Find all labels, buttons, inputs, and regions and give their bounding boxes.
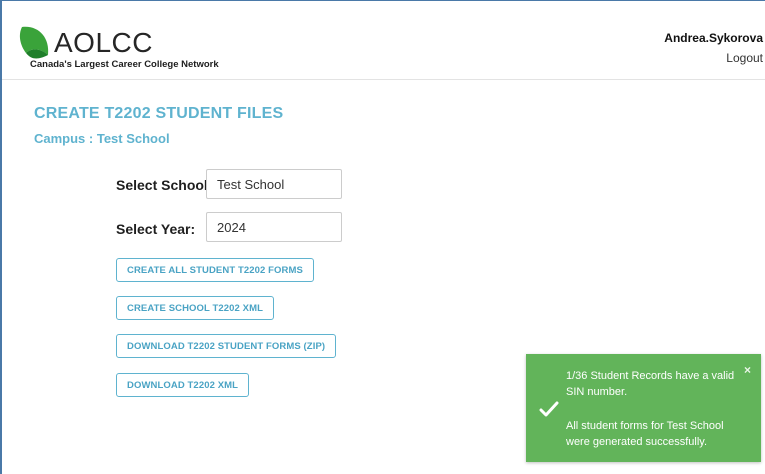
logo-text: AOLCC xyxy=(54,27,153,58)
school-select[interactable]: Test School xyxy=(206,169,342,199)
logo[interactable]: AOLCC Canada's Largest Career College Ne… xyxy=(18,23,248,73)
year-label: Select Year: xyxy=(116,221,196,237)
logout-link[interactable]: Logout xyxy=(664,51,763,65)
campus-label: Campus : Test School xyxy=(34,131,170,146)
header: AOLCC Canada's Largest Career College Ne… xyxy=(2,1,765,80)
school-label: Select School: xyxy=(116,177,213,193)
create-all-student-forms-button[interactable]: CREATE ALL STUDENT T2202 FORMS xyxy=(116,258,314,282)
year-select[interactable]: 2024 xyxy=(206,212,342,242)
toast-message-sin: 1/36 Student Records have a valid SIN nu… xyxy=(566,370,735,398)
user-name: Andrea.Sykorova xyxy=(664,31,763,45)
toast-message-success: All student forms for Test School were g… xyxy=(566,420,724,448)
logo-tagline: Canada's Largest Career College Network xyxy=(30,59,219,70)
page-title: CREATE T2202 STUDENT FILES xyxy=(34,105,284,122)
year-select-value: 2024 xyxy=(217,219,246,235)
success-toast: × 1/36 Student Records have a valid SIN … xyxy=(526,354,761,462)
school-select-value: Test School xyxy=(217,176,285,192)
download-xml-button[interactable]: DOWNLOAD T2202 XML xyxy=(116,373,250,397)
download-student-forms-zip-button[interactable]: DOWNLOAD T2202 STUDENT FORMS (ZIP) xyxy=(116,334,337,358)
checkmark-icon xyxy=(539,401,559,417)
create-school-xml-button[interactable]: CREATE SCHOOL T2202 XML xyxy=(116,296,275,320)
user-menu: Andrea.Sykorova Logout xyxy=(664,31,763,65)
